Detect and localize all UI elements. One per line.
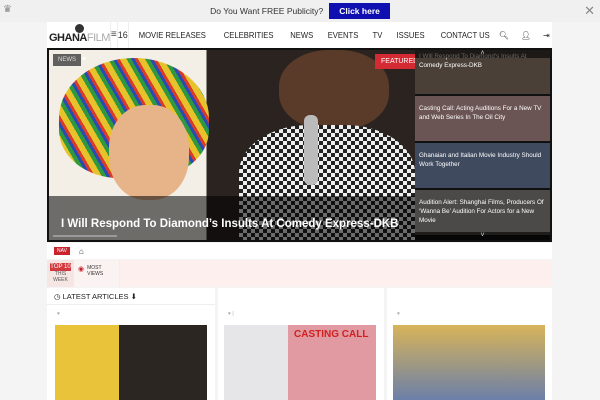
site-logo[interactable]: GHANAFILM — [47, 22, 110, 48]
slide-progress — [53, 235, 117, 237]
nav-contact-us[interactable]: CONTACT US — [436, 30, 496, 40]
tab-most-views[interactable]: ◉ MOST VIEWS — [74, 260, 120, 287]
breadcrumb: NAV ⌂ — [47, 243, 552, 259]
heart-icon[interactable]: ♥ — [47, 305, 215, 323]
heart-icon[interactable]: ♥ — [387, 305, 552, 323]
user-add-icon[interactable]: 👤︎ — [521, 31, 531, 40]
chevron-down-icon[interactable]: ˅ — [415, 232, 550, 240]
category-badge[interactable]: NEWS — [53, 54, 81, 66]
featured-slider: I Will Respond To Diamond’s Insults At C… — [47, 48, 552, 242]
nav-events[interactable]: EVENTS — [322, 30, 363, 40]
article-column: ♥ — [387, 288, 552, 400]
search-icon[interactable]: 🔍︎ — [499, 31, 509, 40]
nav-celebrities[interactable]: CELEBRITIES — [219, 30, 280, 40]
heart-icon[interactable]: ♥ — [79, 54, 89, 65]
featured-badge: FEATURED — [375, 54, 415, 69]
home-icon[interactable]: ⌂ — [79, 247, 84, 256]
promo-text: Do You Want FREE Publicity? — [210, 6, 324, 16]
slider-item[interactable]: Audition Alert: Shanghai Films, Producer… — [415, 190, 550, 235]
chevron-up-icon[interactable]: ˄ — [415, 50, 550, 58]
eye-icon: ◉ — [78, 266, 85, 273]
heart-icon[interactable]: ♥ | — [218, 305, 384, 323]
article-thumbnail[interactable]: CASTING CALL — [224, 325, 376, 400]
nav-movie-releases[interactable]: MOVIE RELEASES — [133, 30, 211, 40]
click-here-button[interactable]: Click here — [329, 3, 390, 19]
crown-icon: ♛ — [3, 4, 12, 15]
slider-list: I Will Respond To Diamond’s Insults At C… — [415, 50, 550, 240]
top-tabs: TOP 10 THIS WEEK ◉ MOST VIEWS — [47, 260, 552, 287]
tab-top10[interactable]: TOP 10 THIS WEEK — [47, 260, 74, 287]
nav-dropdown[interactable]: NAV — [54, 247, 70, 255]
article-thumbnail[interactable] — [393, 325, 545, 400]
close-icon[interactable]: ✕ — [584, 3, 595, 19]
nav-news[interactable]: NEWS — [285, 30, 319, 40]
article-column: ♥ | CASTING CALL — [218, 288, 384, 400]
promo-bar: ♛ Do You Want FREE Publicity? Click here… — [0, 0, 600, 22]
nav-issues[interactable]: ISSUES — [391, 30, 430, 40]
nav-tv[interactable]: TV — [367, 30, 388, 40]
featured-slide[interactable]: I Will Respond To Diamond’s Insults At C… — [49, 50, 415, 240]
latest-articles-header[interactable]: ◷ LATEST ARTICLES ⬇ — [47, 288, 215, 305]
slider-item[interactable]: Ghanaian and Italian Movie Industry Shou… — [415, 143, 550, 188]
menu-icon[interactable]: ≡ — [109, 22, 117, 48]
clock-icon: ◷ — [54, 292, 61, 301]
date-display: 16 — [116, 22, 129, 48]
article-thumbnail[interactable] — [55, 325, 207, 400]
login-icon[interactable]: ⇥ — [543, 31, 550, 40]
featured-title[interactable]: I Will Respond To Diamond’s Insults At C… — [61, 218, 398, 230]
main-nav: GHANAFILM ≡ 16 MOVIE RELEASES CELEBRITIE… — [47, 22, 552, 48]
latest-articles-column: ◷ LATEST ARTICLES ⬇ ♥ — [47, 288, 215, 400]
slider-item[interactable]: Casting Call: Acting Auditions For a New… — [415, 96, 550, 141]
